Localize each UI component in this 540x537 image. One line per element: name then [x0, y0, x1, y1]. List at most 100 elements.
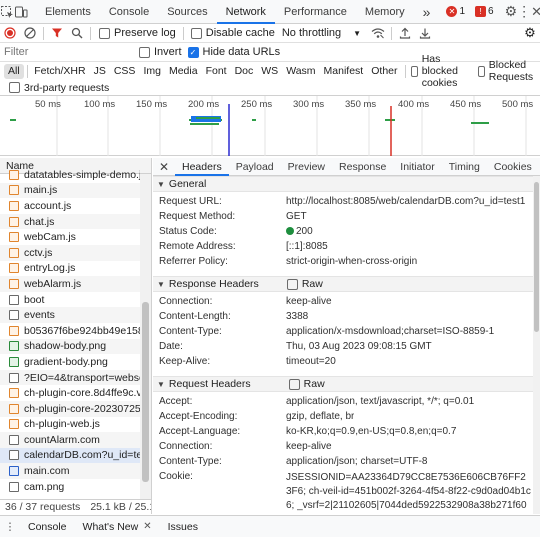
- inspect-element-icon[interactable]: [0, 0, 14, 24]
- error-count-badge[interactable]: ✕ 1: [443, 4, 468, 20]
- tab-network[interactable]: Network: [216, 0, 275, 24]
- settings-gear-icon[interactable]: ⚙: [505, 0, 518, 24]
- request-list-item[interactable]: cctv.js: [0, 244, 140, 261]
- type-filter-fetch-xhr[interactable]: Fetch/XHR: [30, 64, 89, 79]
- request-list-item[interactable]: countAlarm.com: [0, 432, 140, 448]
- type-filter-wasm[interactable]: Wasm: [282, 64, 319, 79]
- request-list-item[interactable]: webAlarm.js: [0, 276, 140, 292]
- details-scrollbar[interactable]: [533, 176, 540, 514]
- header-key: Cookie:: [159, 471, 193, 482]
- device-toolbar-icon[interactable]: [14, 0, 28, 24]
- script-file-icon: [9, 185, 19, 196]
- tab-sources[interactable]: Sources: [158, 0, 216, 24]
- request-list-item[interactable]: account.js: [0, 198, 140, 214]
- header-key: Accept:: [159, 396, 193, 407]
- type-filter-css[interactable]: CSS: [110, 64, 140, 79]
- request-list-item[interactable]: cam.png: [0, 479, 140, 495]
- request-list-item[interactable]: shadow-body.png: [0, 338, 140, 355]
- tab-memory[interactable]: Memory: [356, 0, 414, 24]
- request-list-item[interactable]: calendarDB.com?u_id=test1: [0, 447, 140, 464]
- response-raw-checkbox[interactable]: Raw: [286, 278, 323, 290]
- invert-checkbox[interactable]: Invert: [139, 46, 182, 58]
- scrollbar-thumb[interactable]: [534, 182, 539, 332]
- script-file-icon: [9, 325, 19, 336]
- search-icon[interactable]: [67, 24, 87, 43]
- type-filter-all[interactable]: All: [4, 63, 24, 79]
- close-devtools-icon[interactable]: ✕: [531, 0, 540, 24]
- more-options-icon[interactable]: ⋮: [517, 0, 531, 24]
- close-tab-icon[interactable]: ✕: [143, 521, 151, 532]
- clear-icon[interactable]: [20, 24, 40, 43]
- request-list-item[interactable]: main.js: [0, 182, 140, 199]
- tab-initiator[interactable]: Initiator: [393, 158, 441, 176]
- import-har-icon[interactable]: [395, 24, 415, 43]
- drawer-tab-console[interactable]: Console: [20, 521, 75, 533]
- type-filter-media[interactable]: Media: [165, 64, 202, 79]
- tab-preview[interactable]: Preview: [281, 158, 332, 176]
- tab-console[interactable]: Console: [100, 0, 158, 24]
- type-filter-img[interactable]: Img: [139, 64, 165, 79]
- preserve-log-checkbox[interactable]: Preserve log: [99, 27, 176, 39]
- header-row: Referrer Policy: strict-origin-when-cros…: [153, 256, 533, 271]
- type-filter-ws[interactable]: WS: [257, 64, 282, 79]
- type-filter-js[interactable]: JS: [90, 64, 110, 79]
- general-section-header[interactable]: ▼ General: [153, 176, 533, 192]
- tab-response[interactable]: Response: [332, 158, 393, 176]
- header-row: Content-Length: 3388: [153, 311, 533, 326]
- drawer-tab-whats-new[interactable]: What's New ✕: [75, 521, 160, 533]
- timeline-overview[interactable]: 50 ms 100 ms 150 ms 200 ms 250 ms 300 ms…: [0, 96, 540, 156]
- request-list-item[interactable]: events: [0, 307, 140, 323]
- request-list-item[interactable]: chat.js: [0, 213, 140, 230]
- network-conditions-wifi-icon[interactable]: [368, 24, 388, 43]
- header-key: Keep-Alive:: [159, 356, 211, 367]
- drawer-menu-icon[interactable]: ⋮: [0, 521, 20, 533]
- disable-cache-checkbox[interactable]: Disable cache: [190, 27, 275, 39]
- request-list-scrollbar[interactable]: [140, 174, 151, 499]
- request-list-item[interactable]: b05367f6be924bb49e1583...: [0, 323, 140, 339]
- timeline-tick: 250 ms: [241, 99, 273, 110]
- tab-timing[interactable]: Timing: [442, 158, 487, 176]
- tab-payload[interactable]: Payload: [229, 158, 281, 176]
- request-list-item[interactable]: ch-plugin-web.js: [0, 417, 140, 433]
- warning-count-badge[interactable]: ! 6: [472, 4, 497, 20]
- record-stop-icon[interactable]: [0, 24, 20, 43]
- type-filter-other[interactable]: Other: [367, 64, 401, 79]
- tab-performance[interactable]: Performance: [275, 0, 356, 24]
- drawer-tab-issues[interactable]: Issues: [160, 521, 206, 533]
- type-filter-font[interactable]: Font: [202, 64, 231, 79]
- close-details-icon[interactable]: ✕: [153, 160, 175, 174]
- request-list-item[interactable]: boot: [0, 292, 140, 308]
- tab-cookies[interactable]: Cookies: [487, 158, 539, 176]
- request-name: entryLog.js: [24, 262, 76, 275]
- more-tabs-button[interactable]: »: [414, 0, 440, 24]
- header-key: Status Code:: [159, 226, 217, 237]
- request-name: ch-plugin-core.8d4ffe9c.ve...: [24, 387, 140, 400]
- request-raw-checkbox[interactable]: Raw: [288, 378, 325, 390]
- request-headers-section-header[interactable]: ▼ Request Headers Raw: [153, 376, 533, 392]
- request-list-item[interactable]: main.com: [0, 463, 140, 479]
- network-settings-gear-icon[interactable]: ⚙: [520, 24, 540, 43]
- throttling-select[interactable]: No throttling ▼: [282, 27, 361, 39]
- filter-input[interactable]: [4, 44, 134, 60]
- filter-funnel-icon[interactable]: [47, 24, 67, 43]
- header-row: Status Code: 200: [153, 226, 533, 241]
- request-list-item[interactable]: ch-plugin-core.8d4ffe9c.ve...: [0, 385, 140, 401]
- request-list-item[interactable]: entryLog.js: [0, 261, 140, 277]
- request-list-item[interactable]: webCam.js: [0, 229, 140, 245]
- request-list-item[interactable]: datatables-simple-demo.js: [0, 167, 140, 183]
- resource-type-filter-bar: All Fetch/XHR JS CSS Img Media Font Doc …: [0, 53, 540, 89]
- hide-data-urls-checkbox[interactable]: ✓ Hide data URLs: [187, 46, 280, 58]
- request-name: ch-plugin-web.js: [24, 418, 100, 431]
- export-har-icon[interactable]: [415, 24, 435, 43]
- tab-elements[interactable]: Elements: [36, 0, 100, 24]
- request-list-item[interactable]: ?EIO=4&transport=websoc...: [0, 369, 140, 386]
- request-list-item[interactable]: gradient-body.png: [0, 354, 140, 370]
- type-filter-manifest[interactable]: Manifest: [320, 64, 368, 79]
- response-headers-section-header[interactable]: ▼ Response Headers Raw: [153, 276, 533, 292]
- tab-headers[interactable]: Headers: [175, 158, 229, 176]
- third-party-requests-checkbox[interactable]: 3rd-party requests: [9, 82, 109, 94]
- type-filter-doc[interactable]: Doc: [231, 64, 258, 79]
- request-list-item[interactable]: ch-plugin-core-202307252...: [0, 400, 140, 417]
- scrollbar-thumb[interactable]: [142, 302, 149, 482]
- checkbox-box: [99, 27, 110, 39]
